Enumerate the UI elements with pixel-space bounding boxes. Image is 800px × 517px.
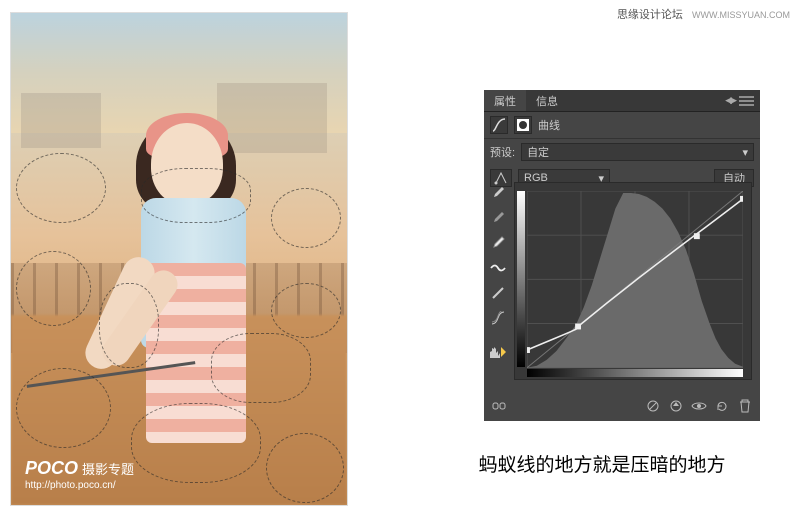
link-icon[interactable] [490, 397, 508, 415]
input-gradient [527, 369, 743, 377]
mask-icon[interactable] [514, 116, 532, 134]
panel-menu-icon[interactable] [739, 96, 754, 106]
selection-marquee [211, 333, 311, 403]
delete-icon[interactable] [736, 397, 754, 415]
selection-marquee [99, 283, 159, 368]
watermark-logo: POCO [25, 458, 78, 478]
preset-value: 自定 [527, 144, 549, 160]
tutorial-caption: 蚂蚁线的地方就是压暗的地方 [452, 450, 752, 477]
selection-marquee [131, 403, 261, 483]
clip-to-layer-icon[interactable] [644, 397, 662, 415]
preset-label: 预设: [490, 144, 515, 160]
selection-marquee [16, 153, 106, 223]
preset-dropdown[interactable]: 自定 ▾ [521, 143, 754, 161]
site-credit: 思缘设计论坛 WWW.MISSYUAN.COM [617, 6, 790, 22]
selection-marquee [266, 433, 344, 503]
visibility-toggle-icon[interactable] [690, 397, 708, 415]
eyedropper-white-icon[interactable] [488, 234, 508, 252]
curves-adjustment-icon [490, 116, 508, 134]
draw-curve-icon[interactable] [488, 284, 508, 302]
selection-marquee [141, 168, 251, 223]
photo-watermark: POCO 摄影专题 http://photo.poco.cn/ [25, 458, 134, 491]
curves-histogram [527, 191, 743, 368]
eyedropper-gray-icon[interactable] [488, 209, 508, 227]
site-name: 思缘设计论坛 [617, 9, 683, 21]
selection-marquee [16, 251, 91, 326]
watermark-cn: 摄影专题 [82, 462, 134, 477]
previous-state-icon[interactable] [667, 397, 685, 415]
eyedropper-black-icon[interactable] [488, 184, 508, 202]
edited-photo: POCO 摄影专题 http://photo.poco.cn/ [10, 12, 348, 506]
smooth-icon[interactable] [488, 309, 508, 327]
photo-building-left [21, 93, 101, 148]
chevron-down-icon: ▾ [742, 146, 748, 159]
site-url: WWW.MISSYUAN.COM [692, 10, 790, 20]
curves-graph[interactable] [514, 182, 752, 380]
tab-info[interactable]: 信息 [526, 90, 568, 111]
properties-panel: 属性 信息 ◀▶ 曲线 预设: 自定 ▾ RGB ▾ 自动 [484, 90, 760, 421]
edit-points-icon[interactable] [488, 259, 508, 277]
reset-icon[interactable] [713, 397, 731, 415]
clip-histogram-icon[interactable] [488, 342, 508, 360]
panel-footer [490, 395, 754, 417]
selection-marquee [271, 188, 341, 248]
selection-marquee [16, 368, 111, 448]
tab-properties[interactable]: 属性 [484, 90, 526, 111]
output-gradient [517, 191, 525, 367]
curves-tools-sidebar [488, 184, 510, 360]
watermark-url: http://photo.poco.cn/ [25, 480, 134, 491]
selection-marquee [271, 283, 341, 338]
collapse-icon[interactable]: ◀▶ [725, 95, 735, 106]
adjustment-name: 曲线 [538, 117, 560, 133]
panel-tabs: 属性 信息 ◀▶ [484, 90, 760, 112]
